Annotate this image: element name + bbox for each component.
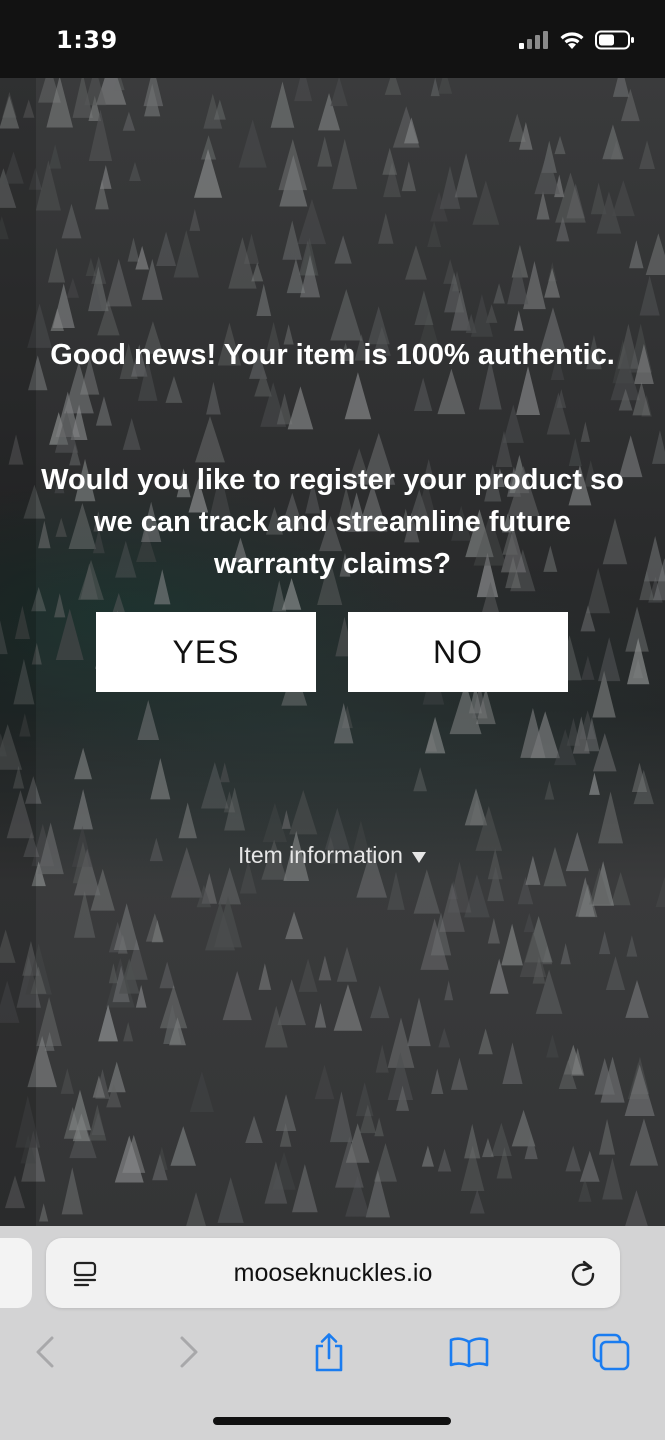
home-indicator [213, 1417, 451, 1425]
status-time: 1:39 [56, 26, 118, 54]
browser-bottom-bar: mooseknuckles.io [0, 1226, 665, 1440]
status-bar: 1:39 [0, 0, 665, 78]
tabs-icon[interactable] [589, 1330, 633, 1374]
item-information-toggle[interactable]: Item information [0, 842, 665, 870]
status-icons [519, 28, 635, 52]
bookmarks-icon[interactable] [447, 1330, 491, 1374]
no-button[interactable]: NO [348, 612, 568, 692]
result-headline: Good news! Your item is 100% authentic. [50, 339, 615, 371]
register-question: Would you like to register your product … [41, 464, 624, 580]
previous-tab-edge[interactable] [0, 1238, 32, 1308]
share-icon[interactable] [307, 1330, 351, 1374]
forward-icon[interactable] [166, 1330, 210, 1374]
caret-down-icon [411, 843, 427, 870]
reload-icon[interactable] [568, 1258, 598, 1292]
wifi-icon [560, 32, 584, 49]
item-information-label: Item information [238, 842, 403, 868]
battery-icon [595, 30, 634, 50]
back-icon[interactable] [24, 1330, 68, 1374]
authentication-result: Good news! Your item is 100% authentic. … [0, 78, 665, 1226]
signal-icon [519, 31, 548, 49]
address-bar[interactable]: mooseknuckles.io [46, 1238, 620, 1308]
url-text: mooseknuckles.io [233, 1259, 433, 1287]
yes-button[interactable]: YES [96, 612, 316, 692]
